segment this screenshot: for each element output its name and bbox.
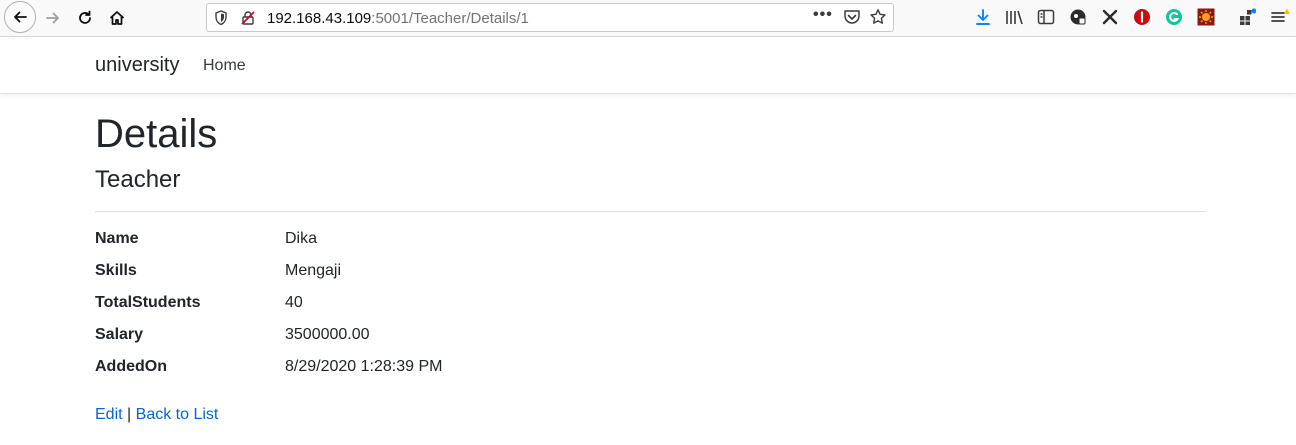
ublock-extension-icon[interactable] [1132, 7, 1152, 27]
page-subtitle: Teacher [95, 166, 181, 193]
detail-label: AddedOn [95, 358, 167, 375]
menu-icon[interactable] [1270, 7, 1290, 27]
url-host: 192.168.43.109 [267, 10, 372, 27]
address-bar[interactable]: 192.168.43.109:5001/Teacher/Details/1 ••… [206, 3, 894, 32]
url-path: :5001/Teacher/Details/1 [371, 10, 529, 27]
home-icon[interactable] [102, 3, 132, 33]
x-extension-icon[interactable] [1100, 7, 1120, 27]
sidebar-icon[interactable] [1036, 7, 1056, 27]
shield-icon[interactable] [214, 10, 228, 31]
page-actions-icon[interactable]: ••• [813, 6, 833, 24]
insecure-lock-icon[interactable] [240, 10, 256, 31]
edit-link[interactable]: Edit [95, 406, 123, 423]
navbar-brand[interactable]: university [95, 54, 179, 77]
grammarly-icon[interactable] [1164, 7, 1184, 27]
url-text[interactable]: 192.168.43.109:5001/Teacher/Details/1 [267, 10, 529, 27]
site-navbar: university Home [0, 37, 1296, 94]
sun-extension-icon[interactable] [1196, 7, 1216, 27]
back-icon[interactable] [4, 1, 36, 33]
action-separator: | [127, 406, 132, 423]
detail-value: Dika [285, 230, 318, 247]
detail-label: Salary [95, 326, 144, 343]
detail-label: TotalStudents [95, 294, 201, 311]
library-icon[interactable] [1005, 7, 1025, 27]
incognito-extension-icon[interactable] [1068, 7, 1088, 27]
detail-label: Name [95, 230, 139, 247]
detail-value: 8/29/2020 1:28:39 PM [285, 358, 443, 375]
detail-label: Skills [95, 262, 137, 279]
download-icon[interactable] [973, 7, 993, 27]
detail-value: 3500000.00 [285, 326, 370, 343]
forward-icon[interactable] [38, 3, 68, 33]
back-to-list-link[interactable]: Back to List [136, 406, 219, 423]
pocket-icon[interactable] [843, 9, 861, 31]
divider [95, 211, 1206, 212]
page-title: Details [95, 112, 218, 156]
reload-icon[interactable] [70, 3, 100, 33]
extensions-icon[interactable] [1237, 7, 1257, 27]
detail-value: 40 [285, 294, 303, 311]
bookmark-star-icon[interactable] [869, 8, 887, 31]
detail-actions: Edit | Back to List [95, 405, 218, 425]
nav-link-home[interactable]: Home [203, 57, 246, 75]
browser-toolbar: 192.168.43.109:5001/Teacher/Details/1 ••… [0, 0, 1296, 37]
detail-value: Mengaji [285, 262, 342, 279]
